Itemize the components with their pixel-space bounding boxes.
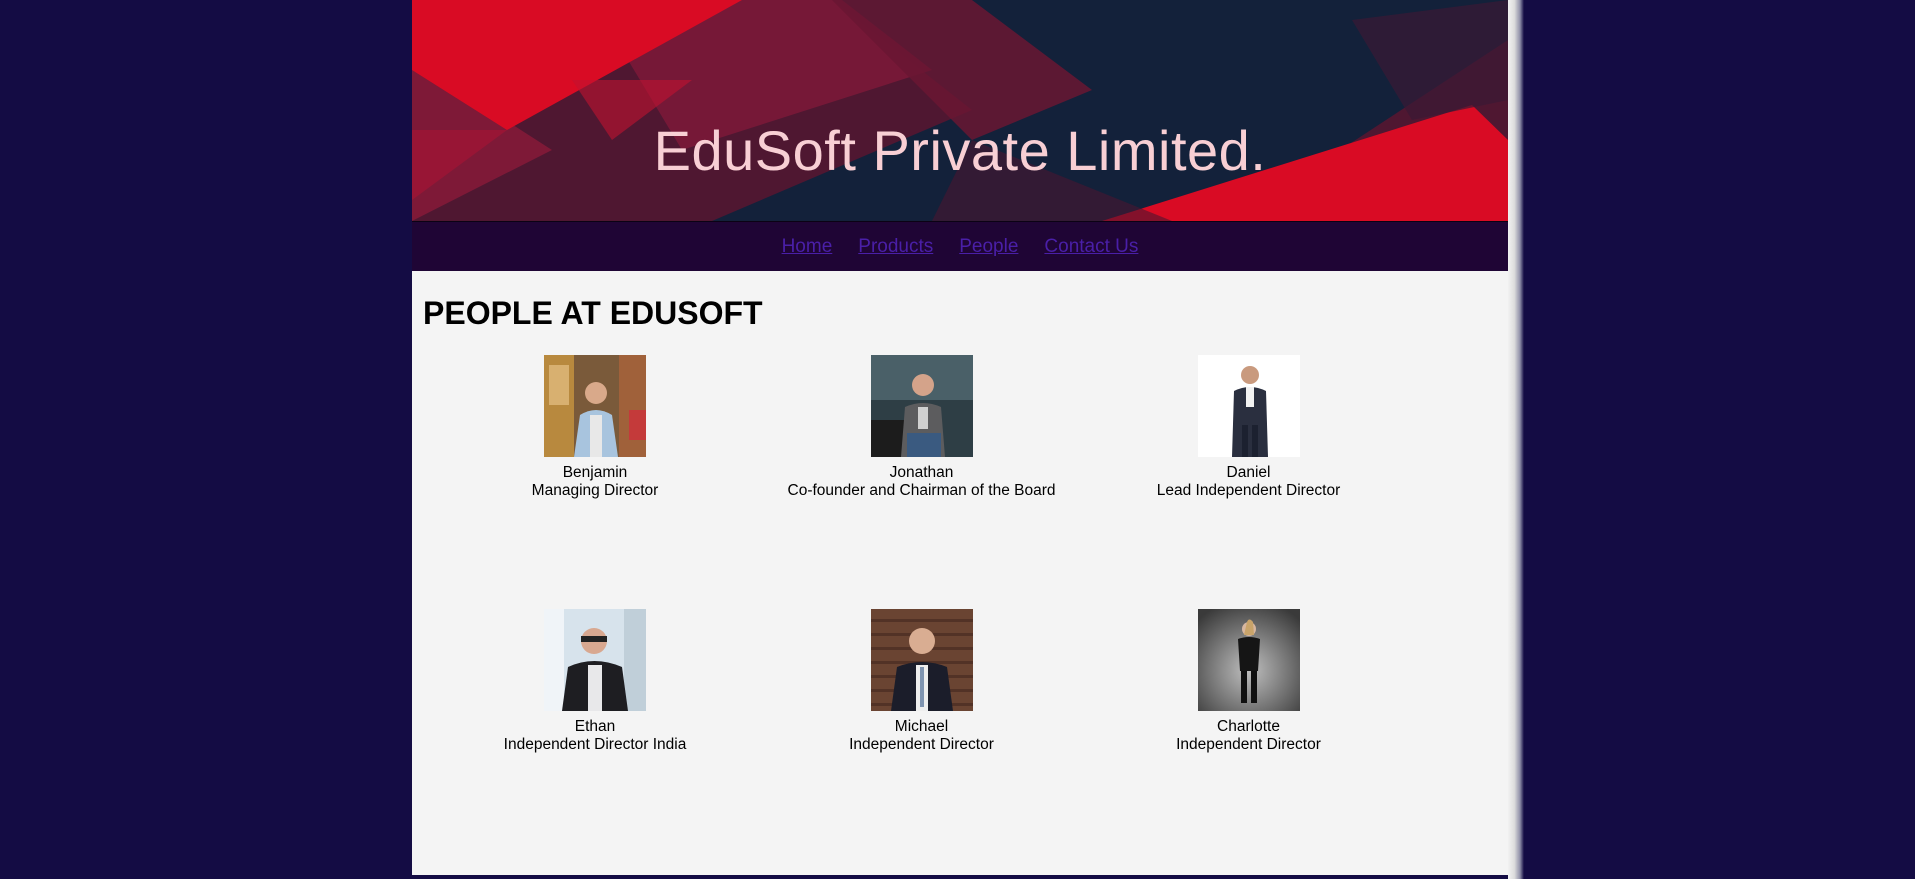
person-role: Co-founder and Chairman of the Board xyxy=(787,482,1056,499)
people-grid: Benjamin Managing Director Jonathan Co-f… xyxy=(412,355,1432,863)
person-role: Lead Independent Director xyxy=(1156,482,1341,499)
person-photo xyxy=(544,609,646,711)
person-card: Charlotte Independent Director xyxy=(1085,609,1412,863)
nav-link-people[interactable]: People xyxy=(959,236,1018,258)
page-heading: PEOPLE AT EDUSOFT xyxy=(423,295,763,331)
main-navigation: Home Products People Contact Us xyxy=(412,221,1508,271)
person-name: Ethan xyxy=(574,718,616,735)
site-title: EduSoft Private Limited. xyxy=(653,119,1267,182)
person-name: Benjamin xyxy=(562,464,628,481)
person-card: Daniel Lead Independent Director xyxy=(1085,355,1412,609)
person-role: Independent Director xyxy=(1176,736,1321,753)
person-name: Daniel xyxy=(1226,464,1271,481)
person-photo xyxy=(870,609,973,711)
page-container: EduSoft Private Limited. Home Products P… xyxy=(412,0,1508,879)
banner-background-graphic xyxy=(412,0,1508,221)
person-name: Michael xyxy=(894,718,949,735)
person-card: Michael Independent Director xyxy=(758,609,1085,863)
person-name: Jonathan xyxy=(889,464,954,481)
person-card: Benjamin Managing Director xyxy=(432,355,758,609)
person-photo xyxy=(1197,355,1300,457)
header-banner: EduSoft Private Limited. xyxy=(412,0,1508,221)
person-photo xyxy=(870,355,973,457)
person-photo xyxy=(1197,609,1300,711)
person-name: Charlotte xyxy=(1217,718,1280,735)
nav-link-products[interactable]: Products xyxy=(858,236,933,258)
person-role: Managing Director xyxy=(531,482,659,499)
person-card: Jonathan Co-founder and Chairman of the … xyxy=(758,355,1085,609)
person-role: Independent Director xyxy=(849,736,994,753)
footer-strip xyxy=(412,875,1508,879)
people-section: PEOPLE AT EDUSOFT Benjamin Managing Dire… xyxy=(412,271,1508,875)
page-edge-shadow xyxy=(1508,0,1524,879)
nav-link-home[interactable]: Home xyxy=(782,236,833,258)
nav-link-contact-us[interactable]: Contact Us xyxy=(1044,236,1138,258)
person-photo xyxy=(544,355,646,457)
person-card: Ethan Independent Director India xyxy=(432,609,758,863)
person-role: Independent Director India xyxy=(503,736,687,753)
